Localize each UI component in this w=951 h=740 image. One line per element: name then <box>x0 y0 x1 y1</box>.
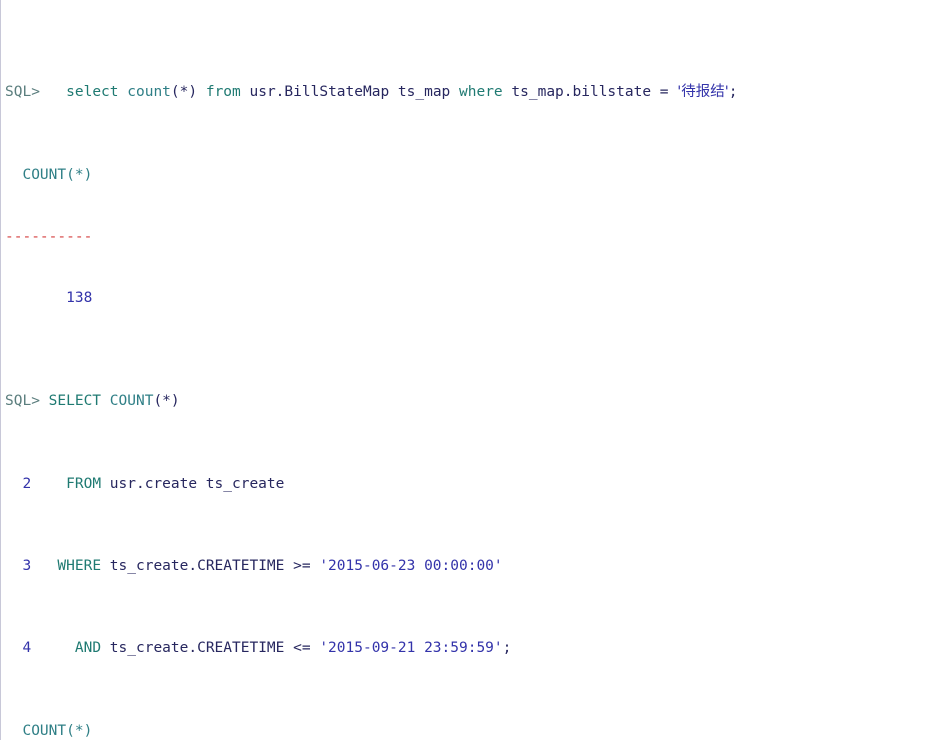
keyword-where: WHERE <box>57 558 102 575</box>
table-ref: usr.BillStateMap ts_map <box>240 84 460 101</box>
sql-prompt: SQL> <box>5 393 40 410</box>
function-count: COUNT <box>109 393 154 410</box>
function-count: count <box>127 84 171 101</box>
result-column-header: COUNT(*) <box>1 165 951 186</box>
semicolon: ; <box>728 84 738 101</box>
continuation-line-4[interactable]: 4 AND ts_create.CREATETIME <= '2015-09-2… <box>1 638 951 659</box>
table-ref: usr.create ts_create <box>101 475 285 492</box>
separator-dashes: ---------- <box>5 228 93 245</box>
continuation-line-2[interactable]: 2 FROM usr.create ts_create <box>1 474 951 495</box>
count-header: COUNT(*) <box>5 166 93 183</box>
result-column-header: COUNT(*) <box>1 721 951 740</box>
sqlplus-terminal[interactable]: SQL> select count(*) from usr.BillStateM… <box>0 0 951 740</box>
keyword-from: from <box>205 84 241 101</box>
command-line[interactable]: SQL> select count(*) from usr.BillStateM… <box>1 82 951 103</box>
string-literal: '待报结' <box>677 84 729 101</box>
string-literal: '2015-09-21 23:59:59' <box>319 640 503 657</box>
line-number: 3 <box>5 558 32 575</box>
where-condition: ts_create.CREATETIME >= <box>101 558 320 575</box>
command-line[interactable]: SQL> SELECT COUNT(*) <box>1 391 951 412</box>
sql-prompt: SQL> <box>5 84 40 101</box>
result-separator: ---------- <box>1 227 951 248</box>
keyword-where: where <box>459 84 503 101</box>
string-literal: '2015-06-23 00:00:00' <box>319 558 503 575</box>
keyword-from: FROM <box>66 475 102 492</box>
line-number: 4 <box>5 640 32 657</box>
semicolon: ; <box>502 640 512 657</box>
paren-star: (*) <box>170 84 198 101</box>
keyword-select: SELECT <box>48 393 102 410</box>
continuation-line-3[interactable]: 3 WHERE ts_create.CREATETIME >= '2015-06… <box>1 556 951 577</box>
result-value-row: 138 <box>1 288 951 309</box>
line-number: 2 <box>5 475 32 492</box>
keyword-select: select <box>66 84 119 101</box>
paren-star: (*) <box>153 393 180 410</box>
count-header: COUNT(*) <box>5 722 93 739</box>
keyword-and: AND <box>74 640 102 657</box>
and-condition: ts_create.CREATETIME <= <box>101 640 320 657</box>
where-condition: ts_map.billstate = <box>502 84 678 101</box>
count-value: 138 <box>5 290 93 307</box>
